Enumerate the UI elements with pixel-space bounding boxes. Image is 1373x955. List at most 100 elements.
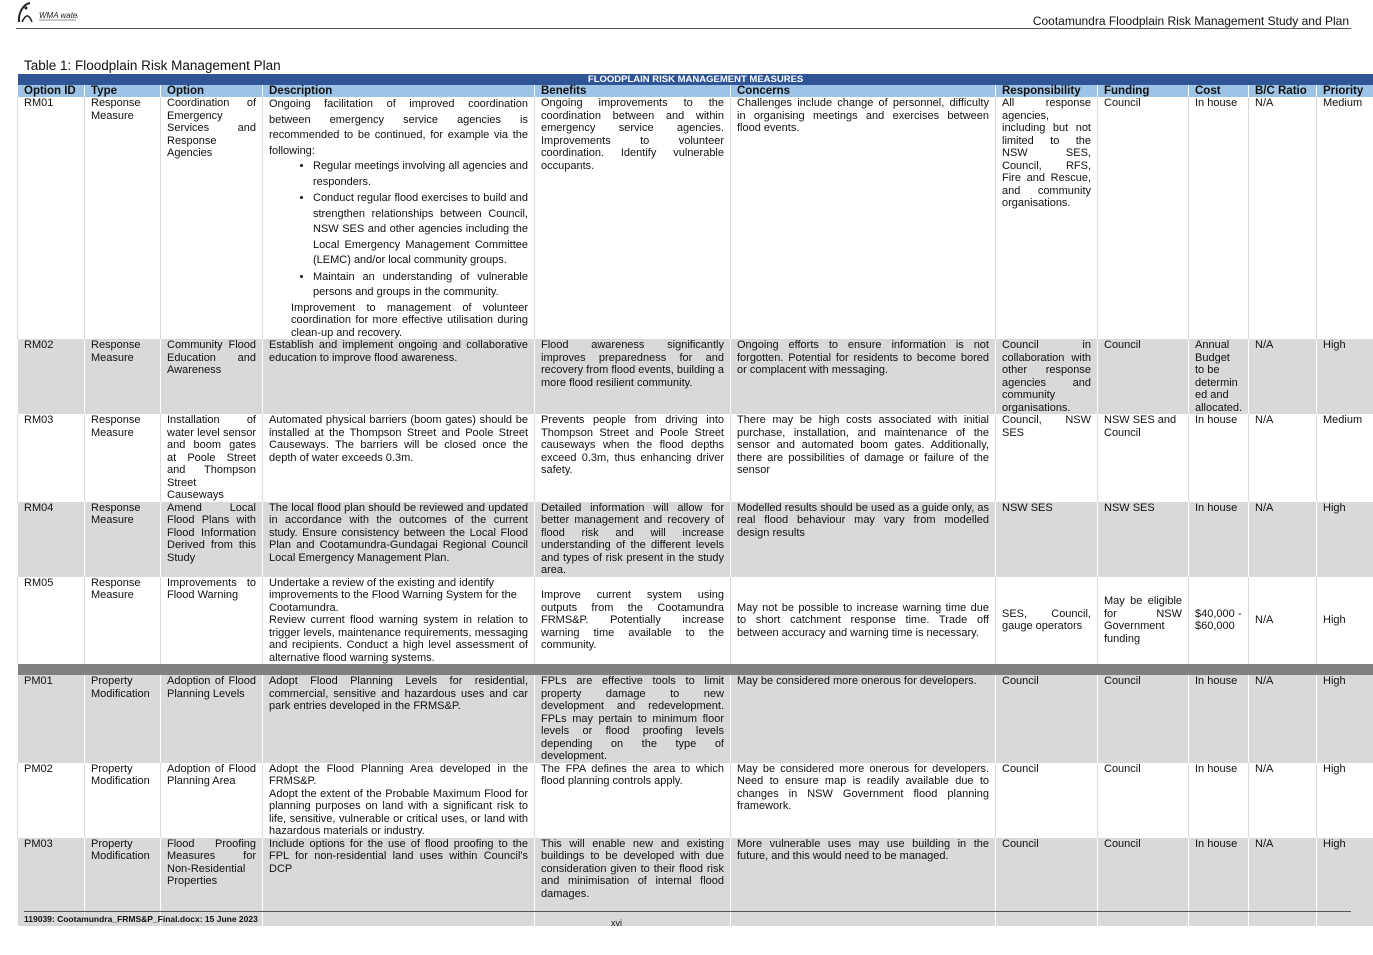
option-benefits: Prevents people from driving into Thomps… (534, 414, 731, 502)
list-item: Conduct regular flood exercises to build… (313, 191, 528, 269)
table-band-header: FLOODPLAIN RISK MANAGEMENT MEASURES (17, 74, 1373, 85)
option-type: Response Measure (84, 339, 161, 414)
column-header: Option (160, 85, 263, 97)
column-header: Option ID (17, 85, 85, 97)
option-bc-ratio: N/A (1248, 501, 1317, 577)
option-description: The local flood plan should be reviewed … (262, 501, 535, 577)
option-name: Community Flood Education and Awareness (160, 339, 263, 414)
table-row: RM01 Response Measure Coordination of Em… (17, 97, 1373, 339)
option-responsibility: All response agencies, including but not… (995, 97, 1098, 339)
list-item: Maintain an understanding of vulnerable … (313, 270, 528, 301)
option-type: Property Modification (84, 762, 161, 838)
column-header: Priority (1315, 85, 1373, 97)
option-responsibility: SES, Council, gauge operators (995, 576, 1098, 664)
option-bc-ratio: N/A (1248, 837, 1317, 926)
option-concerns: May not be possible to increase warning … (730, 576, 996, 664)
option-cost: $40,000 - $60,000 (1188, 576, 1249, 664)
option-concerns: Ongoing efforts to ensure information is… (730, 339, 996, 414)
option-responsibility: Council (995, 762, 1098, 838)
column-header: Responsibility (995, 85, 1098, 97)
option-name: Adoption of Flood Planning Area (160, 762, 263, 838)
option-benefits: FPLs are effective tools to limit proper… (534, 675, 731, 763)
option-cost: In house (1188, 762, 1249, 838)
option-bc-ratio: N/A (1248, 97, 1317, 339)
option-priority: Medium (1315, 97, 1373, 339)
option-concerns: May be considered more onerous for devel… (730, 675, 996, 763)
page-number: xvi (611, 918, 622, 928)
option-id: RM03 (17, 414, 85, 502)
option-priority: High (1315, 576, 1373, 664)
option-id: PM03 (17, 837, 85, 926)
option-benefits: Ongoing improvements to the coordination… (534, 97, 731, 339)
option-responsibility: Council in collaboration with other resp… (995, 339, 1098, 414)
option-responsibility: NSW SES (995, 501, 1098, 577)
option-concerns: There may be high costs associated with … (730, 414, 996, 502)
option-bc-ratio: N/A (1248, 576, 1317, 664)
option-benefits: Detailed information will allow for bett… (534, 501, 731, 577)
option-cost: In house (1188, 414, 1249, 502)
list-item: Regular meetings involving all agencies … (313, 159, 528, 190)
column-header: B/C Ratio (1248, 85, 1317, 97)
option-funding: NSW SES and Council (1097, 414, 1189, 502)
column-header: Cost (1188, 85, 1249, 97)
table-row: RM05 Response Measure Improvements to Fl… (17, 576, 1373, 664)
footer-divider (24, 911, 1351, 912)
description-paragraph: Adopt the extent of the Probable Maximum… (269, 787, 528, 838)
option-responsibility: Council, NSW SES (995, 414, 1098, 502)
option-type: Response Measure (84, 501, 161, 577)
option-id: RM02 (17, 339, 85, 414)
option-concerns: More vulnerable uses may use building in… (730, 837, 996, 926)
option-priority: High (1315, 501, 1373, 577)
option-funding: NSW SES (1097, 501, 1189, 577)
table-row: RM03 Response Measure Installation of wa… (17, 414, 1373, 502)
option-description: Adopt the Flood Planning Area developed … (262, 762, 535, 838)
option-name: Adoption of Flood Planning Levels (160, 675, 263, 763)
option-description: Undertake a review of the existing and i… (262, 576, 535, 664)
option-cost: Annual Budget to be determin ed and allo… (1188, 339, 1249, 414)
option-description: Establish and implement ongoing and coll… (262, 339, 535, 414)
option-benefits: This will enable new and existing buildi… (534, 837, 731, 926)
option-priority: Medium (1315, 414, 1373, 502)
option-description: Automated physical barriers (boom gates)… (262, 414, 535, 502)
table-row: PM01 Property Modification Adoption of F… (17, 675, 1373, 763)
option-bc-ratio: N/A (1248, 675, 1317, 763)
option-name: Installation of water level sensor and b… (160, 414, 263, 502)
option-bc-ratio: N/A (1248, 339, 1317, 414)
table-row: PM03 Property Modification Flood Proofin… (17, 837, 1373, 926)
option-name: Flood Proofing Measures for Non-Resident… (160, 837, 263, 926)
option-funding: Council (1097, 762, 1189, 838)
option-name: Amend Local Flood Plans with Flood Infor… (160, 501, 263, 577)
column-header-row: Option ID Type Option Description Benefi… (17, 85, 1373, 97)
option-concerns: Modelled results should be used as a gui… (730, 501, 996, 577)
option-priority: High (1315, 762, 1373, 838)
option-id: RM04 (17, 501, 85, 577)
option-description: Adopt Flood Planning Levels for resident… (262, 675, 535, 763)
wma-water-logo: WMA water (17, 2, 78, 23)
option-responsibility: Council (995, 837, 1098, 926)
option-name: Coordination of Emergency Services and R… (160, 97, 263, 339)
option-cost: In house (1188, 837, 1249, 926)
option-concerns: May be considered more onerous for devel… (730, 762, 996, 838)
description-intro: Ongoing facilitation of improved coordin… (269, 98, 528, 157)
option-id: PM01 (17, 675, 85, 763)
option-type: Property Modification (84, 837, 161, 926)
section-divider (17, 664, 1373, 675)
option-responsibility: Council (995, 675, 1098, 763)
option-benefits: Flood awareness significantly improves p… (534, 339, 731, 414)
document-title: Cootamundra Floodplain Risk Management S… (1032, 14, 1349, 28)
option-description: Ongoing facilitation of improved coordin… (262, 97, 535, 339)
option-bc-ratio: N/A (1248, 414, 1317, 502)
option-priority: High (1315, 339, 1373, 414)
description-paragraph: Review current flood warning system in r… (269, 614, 528, 664)
column-header: Funding (1097, 85, 1189, 97)
option-cost: In house (1188, 97, 1249, 339)
column-header: Description (262, 85, 535, 97)
logo-text: WMA water (39, 11, 78, 20)
description-paragraph: Undertake a review of the existing and i… (269, 576, 517, 614)
option-id: RM01 (17, 97, 85, 339)
option-type: Response Measure (84, 576, 161, 664)
description-bullets: Regular meetings involving all agencies … (269, 159, 528, 301)
option-funding: Council (1097, 339, 1189, 414)
table-row: RM02 Response Measure Community Flood Ed… (17, 339, 1373, 414)
option-benefits: The FPA defines the area to which flood … (534, 762, 731, 838)
